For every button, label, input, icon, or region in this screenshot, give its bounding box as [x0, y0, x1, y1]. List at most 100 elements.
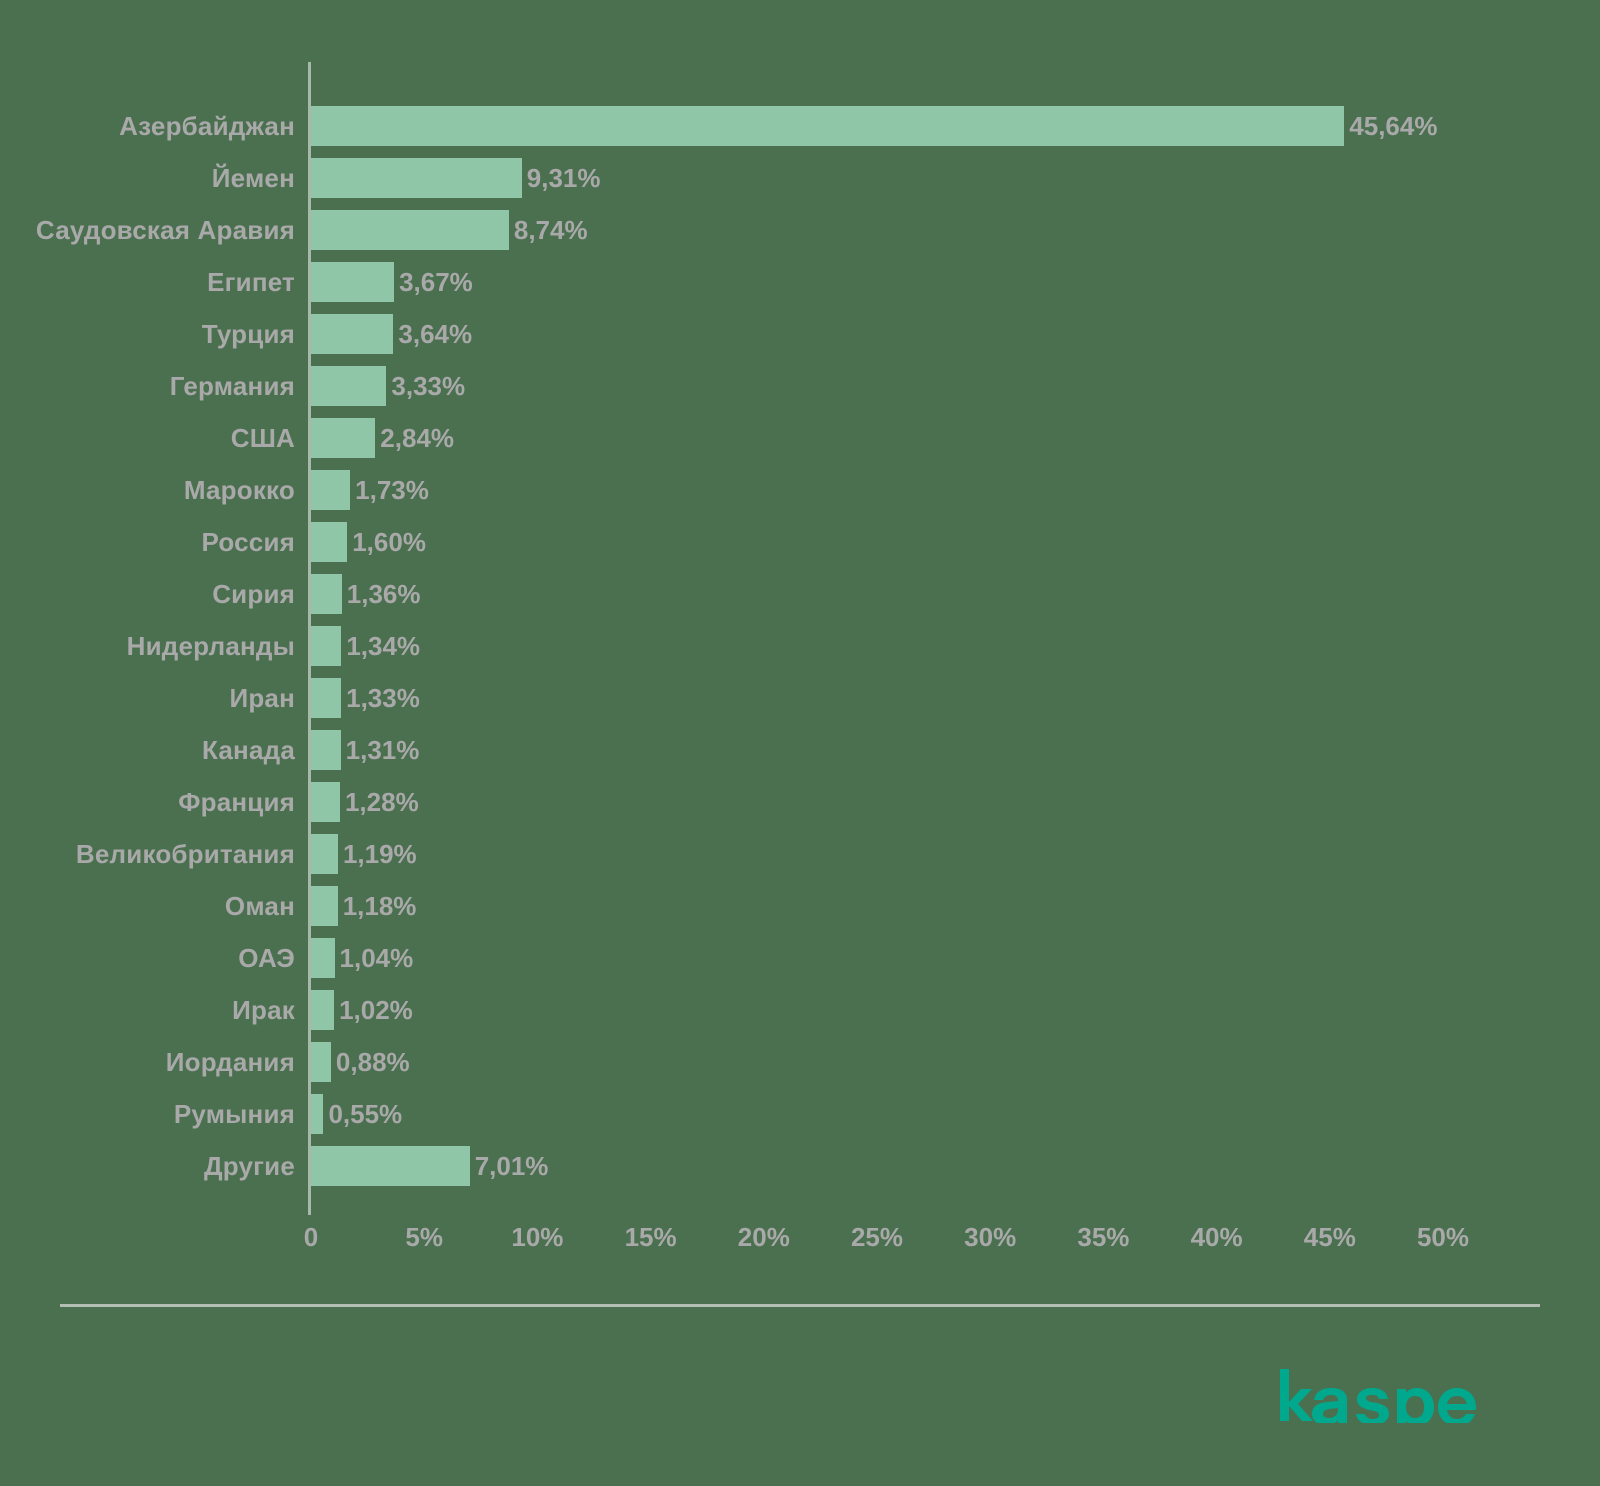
bar — [311, 886, 338, 926]
bar-value-label: 3,67% — [399, 267, 473, 297]
bar-and-value: 1,60% — [311, 516, 426, 568]
bar-row: Германия 3,33% — [0, 360, 1600, 412]
bar-row: ОАЭ 1,04% — [0, 932, 1600, 984]
bar-chart: Азербайджан 45,64% Йемен 9,31% Саудовская Ар… — [0, 0, 1600, 1486]
bar — [311, 314, 394, 354]
x-axis-tick-label: 50% — [1416, 1222, 1470, 1252]
bar-value-label: 3,64% — [398, 319, 473, 349]
bar-row: Саудовская Аравия 8,74% — [0, 204, 1600, 256]
footer-divider — [60, 1304, 1540, 1307]
bar-value-label: 1,33% — [346, 683, 420, 713]
bar — [311, 1094, 324, 1134]
x-axis-tick-label: 40% — [1190, 1222, 1243, 1252]
bar-category-label: Йемен — [211, 163, 295, 193]
bar-and-value: 1,36% — [311, 568, 421, 620]
bar-category-label: Иордания — [165, 1047, 295, 1077]
bar-category-label: ОАЭ — [238, 943, 295, 973]
bar-value-label: 1,60% — [352, 527, 426, 557]
bar-row: Другие 7,01% — [0, 1140, 1600, 1192]
bar-value-label: 8,74% — [513, 215, 588, 245]
bar-value-label: 3,33% — [391, 371, 466, 401]
bar-and-value: 1,33% — [311, 672, 420, 724]
bar-and-value: 1,28% — [311, 776, 419, 828]
x-axis-tick-label: 25% — [850, 1222, 904, 1252]
bar — [311, 1042, 331, 1082]
bar-and-value: 1,02% — [311, 984, 413, 1036]
bar-and-value: 45,64% — [311, 100, 1437, 152]
bar-category-label: Германия — [169, 371, 295, 401]
x-axis-tick-label: 30% — [964, 1222, 1017, 1252]
x-axis-tick-label: 15% — [624, 1222, 677, 1252]
bar-value-label: 1,31% — [345, 735, 420, 765]
bar — [311, 990, 335, 1030]
bar-category-label: Турция — [201, 319, 295, 349]
bar — [311, 418, 376, 458]
bar — [311, 574, 342, 614]
x-axis-tick-label: 5% — [405, 1222, 443, 1252]
bar-category-label: Другие — [204, 1151, 295, 1181]
bar-value-label: 45,64% — [1349, 111, 1438, 141]
bar-category-label: Ирак — [232, 995, 295, 1025]
bar-row: Румыния 0,55% — [0, 1088, 1600, 1140]
bar-category-label: Канада — [202, 735, 295, 765]
bar — [311, 366, 387, 406]
x-axis-tick-label: 10% — [511, 1222, 564, 1252]
kaspersky-logo: kaspersky — [1278, 1349, 1478, 1423]
bar-row: Иран 1,33% — [0, 672, 1600, 724]
bar-category-label: Россия — [201, 527, 295, 557]
bar-row: Нидерланды 1,34% — [0, 620, 1600, 672]
x-axis-tick-label: 0 — [303, 1222, 319, 1252]
bar-row: Азербайджан 45,64% — [0, 100, 1600, 152]
bar-and-value: 3,33% — [311, 360, 465, 412]
bar-and-value: 2,84% — [311, 412, 454, 464]
bar — [311, 262, 395, 302]
bar-and-value: 1,34% — [311, 620, 420, 672]
bar-category-label: Азербайджан — [119, 111, 295, 141]
x-axis-tick-label: 35% — [1077, 1222, 1130, 1252]
bar — [311, 522, 348, 562]
bar-value-label: 0,88% — [335, 1047, 410, 1077]
bar-value-label: 2,84% — [380, 423, 455, 453]
bar-category-label: Египет — [207, 267, 295, 297]
bar-row: Марокко 1,73% — [0, 464, 1600, 516]
bar-and-value: 8,74% — [311, 204, 588, 256]
bar-category-label: Иран — [229, 683, 295, 713]
bar-value-label: 1,19% — [342, 839, 417, 869]
bar-category-label: Великобритания — [75, 839, 295, 869]
plot-area: Азербайджан 45,64% Йемен 9,31% Саудовская Ар… — [0, 0, 1600, 1270]
bar-and-value: 9,31% — [311, 152, 601, 204]
bar-and-value: 1,18% — [311, 880, 416, 932]
bar-row: Сирия 1,36% — [0, 568, 1600, 620]
bar-category-label: Сирия — [212, 579, 295, 609]
x-axis-tick-label: 20% — [737, 1222, 790, 1252]
bar — [311, 834, 338, 874]
bar — [311, 1146, 470, 1186]
bar-category-label: Румыния — [173, 1099, 295, 1129]
bar-value-label: 0,55% — [328, 1099, 403, 1129]
bar — [311, 158, 522, 198]
bar-row: Канада 1,31% — [0, 724, 1600, 776]
bar-value-label: 7,01% — [474, 1151, 549, 1181]
bar-and-value: 7,01% — [311, 1140, 548, 1192]
bar-value-label: 1,34% — [346, 631, 421, 661]
bar-and-value: 1,31% — [311, 724, 419, 776]
bar-and-value: 3,64% — [311, 308, 472, 360]
bar — [311, 470, 351, 510]
bar-value-label: 1,18% — [342, 891, 417, 921]
bar-row: США 2,84% — [0, 412, 1600, 464]
bar-and-value: 1,04% — [311, 932, 413, 984]
bar-and-value: 3,67% — [311, 256, 473, 308]
bar-category-label: Франция — [178, 787, 295, 817]
bar-value-label: 9,31% — [526, 163, 601, 193]
bar-row: Франция 1,28% — [0, 776, 1600, 828]
bar-row: Россия 1,60% — [0, 516, 1600, 568]
bar-rows: Азербайджан 45,64% Йемен 9,31% Саудовская Ар… — [0, 100, 1600, 1192]
value-axis-ticks: 0 5% 10% 15% 20% 25% 30% 35% 40% 45% 50% — [0, 1222, 1600, 1262]
bar-row: Великобритания 1,19% — [0, 828, 1600, 880]
bar-row: Турция 3,64% — [0, 308, 1600, 360]
bar-and-value: 0,88% — [311, 1036, 410, 1088]
bar-and-value: 1,73% — [311, 464, 429, 516]
bar-value-label: 1,04% — [339, 943, 414, 973]
bar-category-label: Нидерланды — [126, 631, 295, 661]
bar-and-value: 0,55% — [311, 1088, 402, 1140]
